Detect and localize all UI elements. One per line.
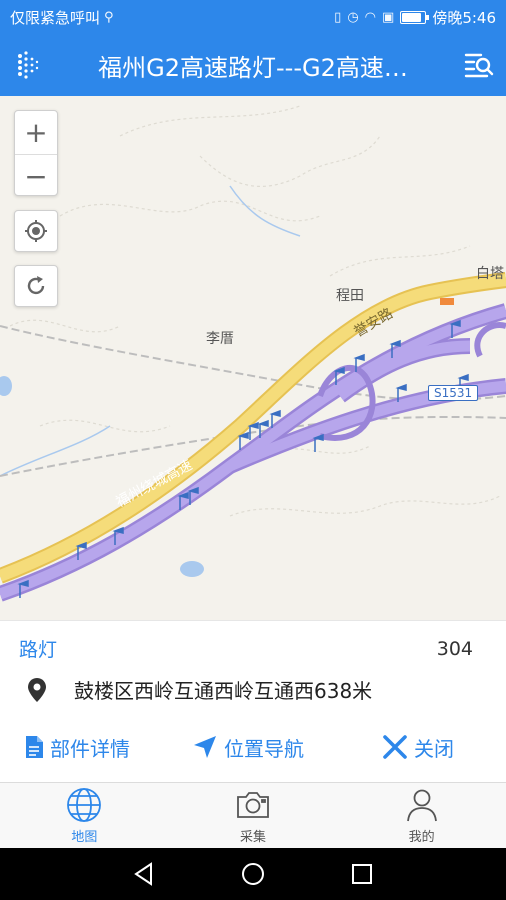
road-shield: S1531 xyxy=(428,385,479,401)
app-bar: 福州G2高速路灯---G2高速… xyxy=(0,34,506,96)
battery-icon xyxy=(400,10,430,24)
refresh-icon xyxy=(27,276,45,295)
sim-alert-icon: ▣ xyxy=(382,9,395,25)
close-icon xyxy=(383,735,407,759)
locate-button[interactable] xyxy=(14,210,58,252)
status-right: ▯ ◷ ◠ ▣ 傍晚5:46 xyxy=(334,7,496,28)
recents-icon[interactable] xyxy=(348,860,376,888)
info-header: 路灯 304 xyxy=(19,635,473,662)
tab-map[interactable]: 地图 xyxy=(0,783,169,848)
page-title: 福州G2高速路灯---G2高速… xyxy=(98,53,408,82)
status-left: 仅限紧急呼叫 ⚲ xyxy=(10,7,114,28)
vibrate-icon: ▯ xyxy=(334,9,342,25)
status-time: 傍晚5:46 xyxy=(432,8,496,27)
alarm-icon: ◷ xyxy=(347,9,359,25)
refresh-button[interactable] xyxy=(14,265,58,307)
system-nav-bar xyxy=(0,848,506,900)
map-view[interactable]: 程田 李厝 白塔 福州绕城高速 誉安路 S1531 xyxy=(0,96,506,620)
navigation-arrow-icon xyxy=(194,736,216,758)
back-icon[interactable] xyxy=(130,860,158,888)
tab-map-label: 地图 xyxy=(71,830,98,845)
zoom-in-button[interactable]: + xyxy=(15,111,57,154)
zoom-controls: + − xyxy=(14,110,58,196)
dots-menu-icon[interactable] xyxy=(0,34,54,96)
navigate-button[interactable]: 位置导航 xyxy=(192,733,304,762)
search-list-icon[interactable] xyxy=(452,34,506,96)
address-text: 鼓楼区西岭互通西岭互通西638米 xyxy=(74,679,373,703)
tab-mine[interactable]: 我的 xyxy=(337,783,506,848)
map-label-lidun: 李厝 xyxy=(206,331,234,347)
detail-label: 部件详情 xyxy=(50,736,130,761)
status-bar: 仅限紧急呼叫 ⚲ ▯ ◷ ◠ ▣ 傍晚5:46 xyxy=(0,0,506,34)
locate-icon xyxy=(25,220,47,242)
globe-icon xyxy=(67,788,102,822)
camera-icon xyxy=(237,792,269,818)
document-icon xyxy=(26,736,43,758)
location-pin-icon xyxy=(28,677,46,702)
usb-icon: ⚲ xyxy=(104,9,114,25)
tab-mine-label: 我的 xyxy=(408,830,435,845)
map-label-baita: 白塔 xyxy=(476,266,504,282)
info-panel: 路灯 304 鼓楼区西岭互通西岭互通西638米 部件详情 位置导航 关闭 xyxy=(0,620,506,782)
detail-button[interactable]: 部件详情 xyxy=(24,733,130,762)
close-label: 关闭 xyxy=(414,736,454,761)
close-button[interactable]: 关闭 xyxy=(382,733,454,762)
tab-collect-label: 采集 xyxy=(240,830,267,845)
navigate-label: 位置导航 xyxy=(224,736,304,761)
wifi-icon: ◠ xyxy=(364,9,377,25)
tab-collect[interactable]: 采集 xyxy=(169,783,338,848)
map-label-chengtian: 程田 xyxy=(336,288,364,304)
zoom-out-button[interactable]: − xyxy=(15,154,57,197)
bottom-tab-bar: 地图 采集 我的 xyxy=(0,782,506,848)
carrier-text: 仅限紧急呼叫 xyxy=(10,8,101,27)
home-icon[interactable] xyxy=(239,860,267,888)
user-icon xyxy=(406,789,437,822)
feature-type: 路灯 xyxy=(19,639,58,661)
map-canvas xyxy=(0,105,506,602)
feature-count: 304 xyxy=(436,637,473,660)
action-row: 部件详情 位置导航 关闭 xyxy=(0,725,506,769)
address-row: 鼓楼区西岭互通西岭互通西638米 xyxy=(26,675,372,704)
